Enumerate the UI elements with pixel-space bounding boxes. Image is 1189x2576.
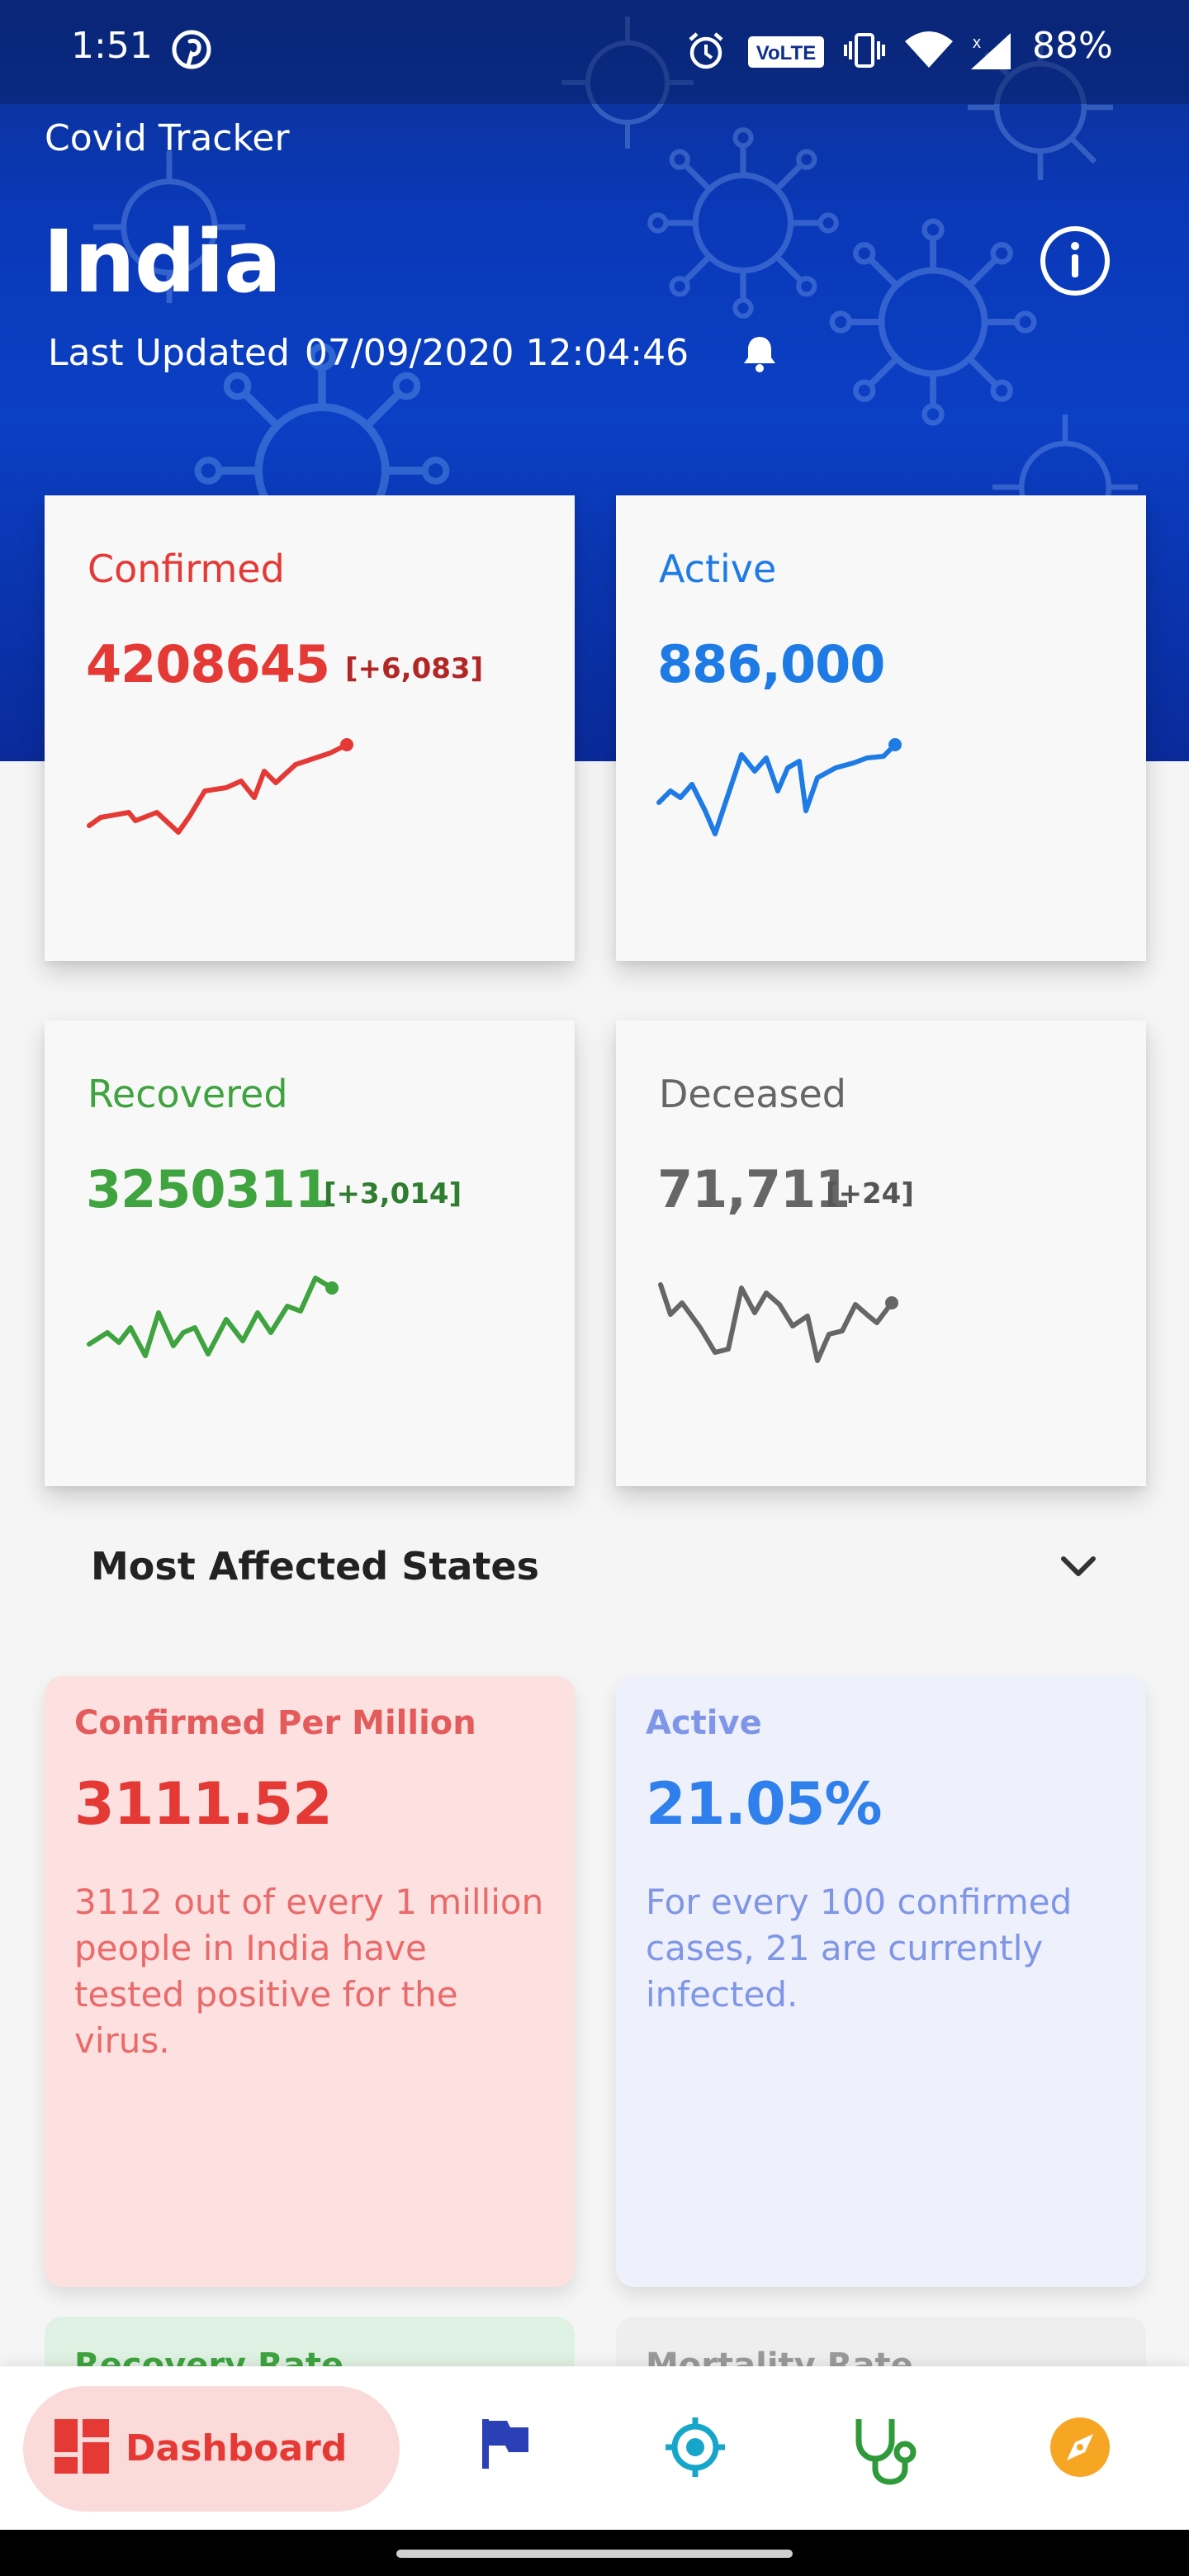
status-time: 1:51 — [71, 25, 153, 67]
confirmed-value: 4208645 — [86, 634, 330, 694]
gesture-bar — [0, 2530, 1189, 2576]
deceased-card[interactable]: Deceased 71,711 [+24] — [616, 1020, 1146, 1486]
deceased-value: 71,711 — [657, 1159, 850, 1219]
status-bar: 1:51 VoLTE x 88% — [0, 0, 1189, 104]
last-updated-label: Last Updated — [48, 332, 290, 374]
vibrate-icon — [844, 33, 885, 68]
active-percent-title: Active — [646, 1704, 762, 1742]
recovered-card[interactable]: Recovered 3250311 [+3,014] — [45, 1020, 575, 1486]
section-title: Most Affected States — [91, 1544, 539, 1589]
active-card[interactable]: Active 886,000 — [616, 495, 1146, 961]
confirmed-label: Confirmed — [88, 547, 285, 591]
chevron-down-icon[interactable] — [1059, 1552, 1098, 1582]
country-name: India — [43, 211, 282, 312]
flag-icon[interactable] — [481, 2416, 530, 2470]
active-percent-card: Active 21.05% For every 100 confirmed ca… — [616, 1676, 1146, 2287]
active-percent-value: 21.05% — [646, 1770, 883, 1838]
home-indicator[interactable] — [396, 2550, 793, 2558]
wifi-icon — [905, 31, 953, 68]
confirmed-card[interactable]: Confirmed 4208645 [+6,083] — [45, 495, 575, 961]
stethoscope-icon[interactable] — [852, 2416, 921, 2485]
target-icon[interactable] — [664, 2416, 727, 2479]
svg-text:x: x — [973, 34, 981, 52]
recovered-delta: [+3,014] — [324, 1177, 462, 1210]
pinterest-icon — [172, 30, 211, 69]
dashboard-icon — [54, 2419, 109, 2474]
most-affected-states-header[interactable]: Most Affected States — [91, 1544, 1098, 1600]
confirmed-per-million-description: 3112 out of every 1 million people in In… — [74, 1882, 544, 2061]
alarm-icon — [689, 32, 723, 69]
active-percent-description: For every 100 confirmed cases, 21 are cu… — [646, 1882, 1073, 2015]
last-updated-value: 07/09/2020 12:04:46 — [304, 332, 689, 374]
battery-level: 88% — [1032, 25, 1113, 67]
confirmed-per-million-value: 3111.52 — [74, 1770, 333, 1838]
volte-icon: VoLTE — [748, 36, 824, 68]
active-sparkline — [656, 738, 902, 836]
deceased-label: Deceased — [659, 1072, 846, 1116]
confirmed-delta: [+6,083] — [345, 652, 484, 685]
recovered-label: Recovered — [88, 1072, 288, 1116]
bell-icon[interactable] — [741, 334, 778, 373]
recovered-sparkline — [87, 1276, 339, 1358]
bottom-navigation: Dashboard — [0, 2366, 1189, 2530]
deceased-sparkline — [658, 1282, 898, 1363]
nav-dashboard-label: Dashboard — [126, 2427, 348, 2469]
signal-icon: x — [971, 33, 1011, 69]
active-label: Active — [659, 547, 777, 591]
svg-text:VoLTE: VoLTE — [756, 42, 816, 64]
confirmed-per-million-card: Confirmed Per Million 3111.52 3112 out o… — [45, 1676, 575, 2287]
info-icon[interactable] — [1039, 225, 1111, 297]
app-title: Covid Tracker — [45, 117, 290, 159]
recovered-value: 3250311 — [86, 1159, 330, 1219]
confirmed-per-million-title: Confirmed Per Million — [74, 1704, 476, 1742]
confirmed-sparkline — [87, 738, 353, 835]
active-value: 886,000 — [657, 634, 885, 694]
deceased-delta: [+24] — [826, 1177, 914, 1210]
last-updated: Last Updated 07/09/2020 12:04:46 — [45, 332, 689, 374]
nav-dashboard[interactable]: Dashboard — [23, 2386, 400, 2512]
compass-icon[interactable] — [1049, 2416, 1111, 2479]
